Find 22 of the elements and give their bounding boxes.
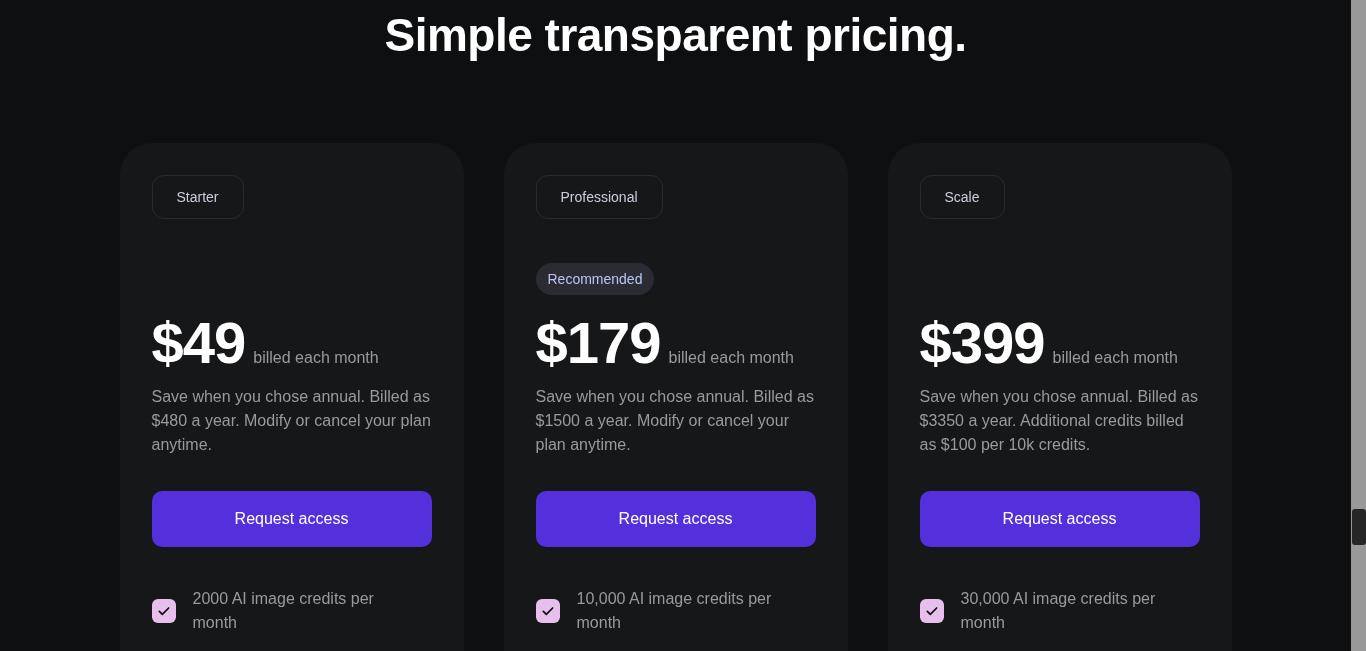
request-access-button[interactable]: Request access: [151, 491, 432, 547]
plan-name: Scale: [919, 175, 1005, 219]
plan-description: Save when you chose annual. Billed as $3350 a year. Additional credits billed as $100 per 10k credits.: [919, 387, 1199, 455]
plan-name: Starter: [151, 175, 244, 219]
feature-text: 30,000 AI image credits per month: [960, 589, 1157, 633]
billing-period: billed each month: [1052, 349, 1178, 367]
plan-description: Save when you chose annual. Billed as $480 a year. Modify or cancel your plan anytime.: [151, 387, 432, 455]
request-access-button[interactable]: Request access: [535, 491, 816, 547]
feature-text: 2000 AI image credits per month: [192, 589, 375, 633]
billing-period: billed each month: [253, 349, 379, 367]
recommended-badge: Recommended: [535, 263, 655, 295]
scrollbar-thumb[interactable]: [1352, 509, 1366, 545]
plan-description: Save when you chose annual. Billed as $1500 a year. Modify or cancel your plan anytime.: [535, 387, 815, 455]
plan-name: Professional: [535, 175, 663, 219]
scrollbar[interactable]: [1351, 0, 1366, 651]
price: $399: [919, 311, 1045, 375]
billing-period: billed each month: [668, 349, 794, 367]
price: $179: [535, 311, 661, 375]
price: $49: [151, 311, 246, 375]
page-title: Simple transparent pricing.: [384, 8, 967, 63]
request-access-button[interactable]: Request access: [919, 491, 1200, 547]
feature-text: 10,000 AI image credits per month: [576, 589, 773, 633]
